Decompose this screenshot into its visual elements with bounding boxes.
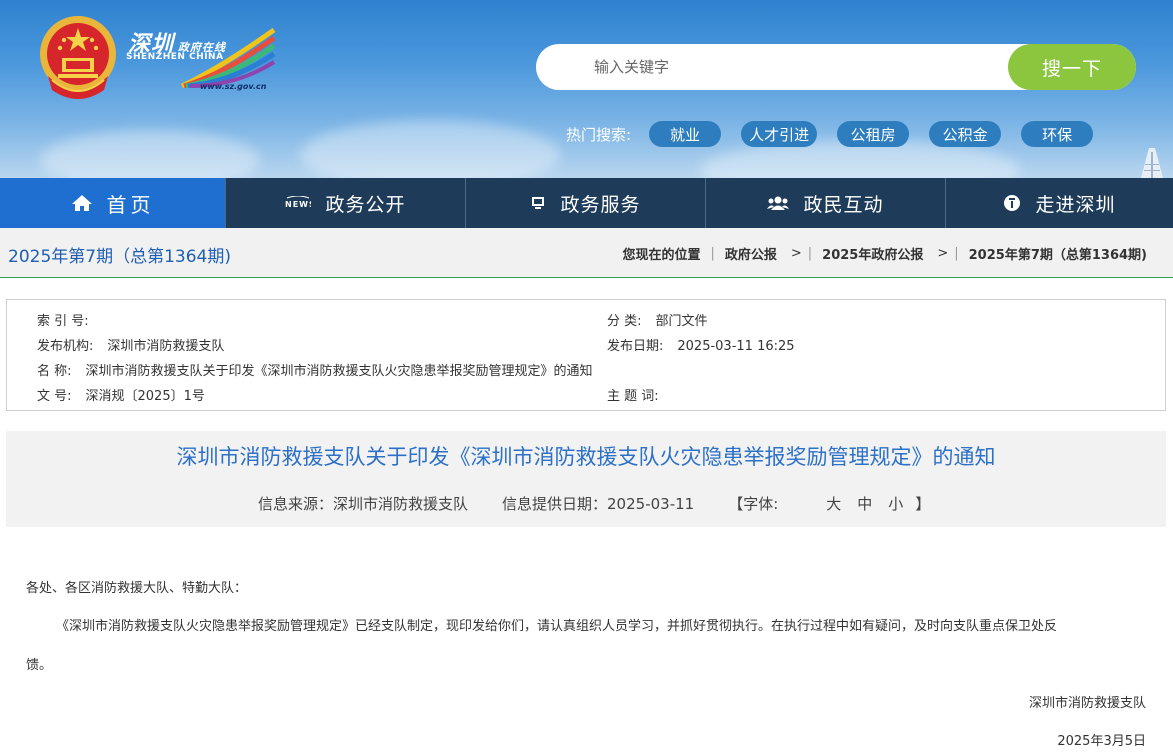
meta-label: 主 题 词: [607, 389, 659, 404]
meta-index-no: 索 引 号: [37, 310, 103, 329]
breadcrumb-separator: | [710, 246, 715, 261]
document-meta-table: 索 引 号: 分 类: 部门文件 发布机构: 深圳市消防救援支队 发布日期: 2025… [6, 299, 1166, 411]
home-icon [71, 194, 93, 212]
article-source: 信息来源：深圳市消防救援支队 [258, 495, 469, 513]
skyscraper-icon [1141, 148, 1163, 178]
issue-bar: 2025年第7期（总第1364期) 您现在的位置 | 政府公报 > | 2025… [0, 228, 1173, 278]
article-info: 信息来源：深圳市消防救援支队 信息提供日期：2025-03-11 【字体: 大 … [258, 493, 998, 514]
breadcrumb-arrow: > [937, 246, 949, 261]
breadcrumb: 您现在的位置 | 政府公报 > | 2025年政府公报 > | 2025年第7期… [622, 244, 1147, 263]
meta-value: 深圳市消防救援支队关于印发《深圳市消防救援支队火灾隐患举报奖励管理规定》的通知 [85, 364, 593, 379]
meta-value: 2025-03-11 16:25 [677, 339, 795, 354]
national-emblem-icon [40, 16, 116, 99]
article-date: 信息提供日期：2025-03-11 [502, 495, 695, 513]
article-signature: 深圳市消防救援支队 [1028, 696, 1146, 711]
article-header: 深圳市消防救援支队关于印发《深圳市消防救援支队火灾隐患举报奖励管理规定》的通知 … [6, 431, 1166, 527]
font-size-small-button[interactable]: 小 [888, 493, 903, 514]
meta-category: 分 类: 部门文件 [607, 310, 708, 329]
font-size-medium-button[interactable]: 中 [857, 493, 872, 514]
breadcrumb-location-label: 您现在的位置 [622, 248, 701, 263]
meta-publish-date: 发布日期: 2025-03-11 16:25 [607, 335, 795, 354]
hot-tag-environment[interactable]: 环保 [1021, 121, 1094, 147]
breadcrumb-item[interactable]: 2025年第7期（总第1364期) [969, 244, 1147, 263]
nav-label: 首页 [106, 192, 155, 217]
meta-publisher: 发布机构: 深圳市消防救援支队 [37, 335, 224, 354]
hot-search-bar: 热门搜索: 就业 人才引进 公租房 公积金 环保 [566, 121, 1113, 147]
font-size-label: 【字体: [728, 495, 779, 513]
meta-label: 名 称: [37, 364, 72, 379]
article-title: 深圳市消防救援支队关于印发《深圳市消防救援支队火灾隐患举报奖励管理规定》的通知 [176, 445, 996, 469]
meta-label: 索 引 号: [37, 314, 89, 329]
site-logo[interactable]: 深圳 政府在线 SHENZHEN CHINA www.sz.gov.cn [124, 26, 276, 96]
hot-tag-talent[interactable]: 人才引进 [741, 121, 818, 147]
meta-label: 文 号: [37, 389, 72, 404]
hot-tag-jobs[interactable]: 就业 [649, 121, 722, 147]
article-paragraph-continued: 馈。 [26, 658, 53, 673]
nav-label: 政民互动 [803, 193, 884, 216]
nav-item-gov-services[interactable]: 政务服务 [466, 178, 706, 228]
issue-title: 2025年第7期（总第1364期) [8, 247, 231, 267]
meta-doc-no: 文 号: 深消规〔2025〕1号 [37, 385, 205, 404]
nav-item-about-shenzhen[interactable]: 走进深圳 [946, 178, 1173, 228]
meta-label: 分 类: [607, 314, 642, 329]
meta-label: 发布日期: [607, 339, 664, 354]
main-nav: 首页 NEWS 政务公开 政务服务 政民互动 走进深圳 [0, 178, 1173, 228]
breadcrumb-separator: | [807, 246, 813, 261]
article-salutation: 各处、各区消防救援大队、特勤大队： [26, 581, 248, 596]
header-banner: 深圳政府在线 SHENZHEN CHINA www.sz.gov.cn 搜一下 … [0, 0, 1173, 178]
meta-label: 发布机构: [37, 339, 94, 354]
search-box: 搜一下 [536, 44, 1136, 90]
nav-item-interaction[interactable]: 政民互动 [706, 178, 946, 228]
breadcrumb-item[interactable]: 2025年政府公报 [822, 244, 923, 263]
hot-search-label: 热门搜索: [566, 125, 632, 144]
monitor-icon [530, 195, 546, 211]
svg-text:NEWS: NEWS [285, 200, 311, 209]
search-button[interactable]: 搜一下 [1008, 44, 1136, 90]
article-sign-date: 2025年3月5日 [1057, 734, 1146, 749]
search-input[interactable] [594, 54, 994, 80]
hot-tag-public-rental[interactable]: 公租房 [837, 121, 910, 147]
breadcrumb-arrow: > [790, 246, 802, 261]
font-size-close: 】 [915, 495, 931, 513]
nav-label: 政务服务 [560, 193, 641, 216]
info-icon [1003, 194, 1021, 212]
breadcrumb-item[interactable]: 政府公报 [725, 244, 777, 263]
logo-url-text: www.sz.gov.cn [200, 82, 267, 91]
hot-tag-housing-fund[interactable]: 公积金 [929, 121, 1002, 147]
nav-label: 政务公开 [325, 193, 406, 216]
nav-label: 走进深圳 [1035, 193, 1116, 216]
news-icon: NEWS [285, 196, 311, 210]
font-size-control: 【字体: 大 中 小 】 [728, 493, 964, 514]
meta-value: 部门文件 [655, 314, 708, 329]
meta-keywords: 主 题 词: [607, 385, 673, 404]
font-size-large-button[interactable]: 大 [826, 493, 841, 514]
nav-item-home[interactable]: 首页 [0, 178, 226, 228]
meta-value: 深消规〔2025〕1号 [85, 389, 205, 404]
breadcrumb-separator: | [954, 246, 959, 261]
meta-name: 名 称: 深圳市消防救援支队关于印发《深圳市消防救援支队火灾隐患举报奖励管理规定》… [37, 360, 593, 379]
nav-item-gov-affairs[interactable]: NEWS 政务公开 [226, 178, 466, 228]
article-paragraph: 《深圳市消防救援支队火灾隐患举报奖励管理规定》已经支队制定，现印发给你们，请认真… [56, 619, 1058, 634]
meta-value: 深圳市消防救援支队 [107, 339, 225, 354]
people-icon [767, 195, 790, 211]
logo-en-text: SHENZHEN CHINA [126, 52, 224, 62]
